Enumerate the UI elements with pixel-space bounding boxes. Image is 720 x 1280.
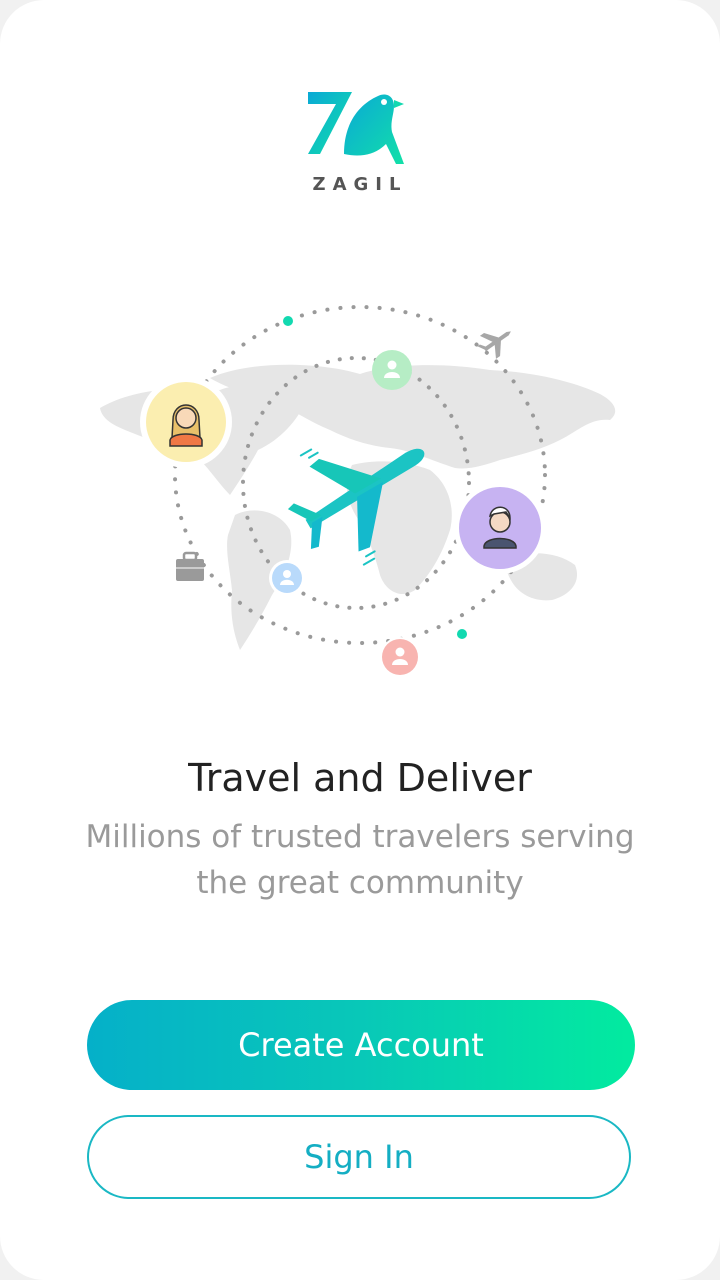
traveler-avatar-woman [140,376,232,468]
sign-in-button[interactable]: Sign In [87,1115,631,1199]
create-account-button[interactable]: Create Account [87,1000,635,1090]
travel-illustration [100,305,616,677]
briefcase-icon [176,551,204,581]
page-subtitle: Millions of trusted travelers serving th… [60,814,660,906]
page-title: Travel and Deliver [188,756,532,800]
user-icon [269,560,305,596]
logo-wordmark: ZAGIL [312,174,408,195]
user-icon [380,637,420,677]
small-airplane-icon [477,331,511,359]
user-icon [372,350,412,390]
traveler-avatar-man [454,482,546,574]
subtitle-line: the great community [196,865,524,901]
onboarding-screen: ZAGIL Travel and Deliver Millions of tru… [0,0,720,1280]
subtitle-line: Millions of trusted travelers serving [85,819,635,855]
